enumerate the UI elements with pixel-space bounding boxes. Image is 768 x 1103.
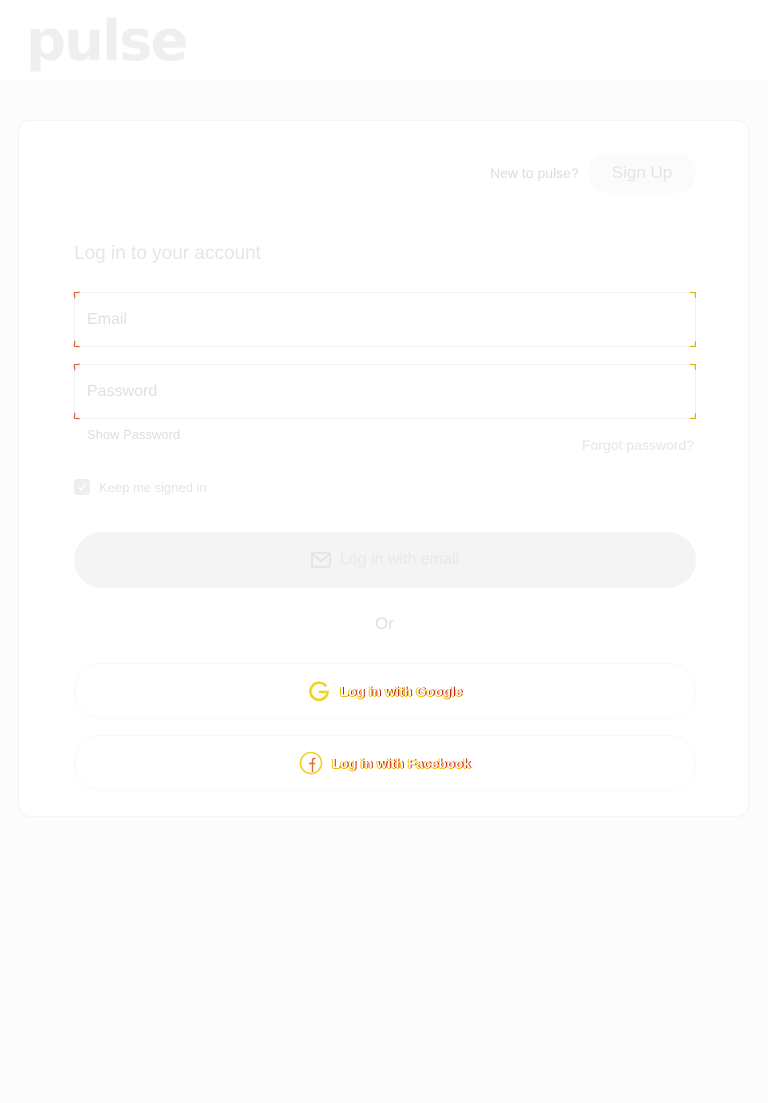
password-field[interactable] xyxy=(75,365,695,418)
show-password-toggle[interactable]: Show Password xyxy=(87,427,180,442)
envelope-icon xyxy=(311,552,331,568)
sign-up-button[interactable]: Sign Up xyxy=(588,153,696,193)
keep-signed-in[interactable]: Keep me signed in xyxy=(74,479,207,495)
keep-signed-in-label: Keep me signed in xyxy=(99,479,207,495)
facebook-icon xyxy=(299,751,323,775)
keep-signed-in-checkbox[interactable] xyxy=(74,479,90,495)
pulse-logo[interactable]: pulse xyxy=(26,6,188,78)
top-bar: pulse xyxy=(0,0,768,80)
login-heading: Log in to your account xyxy=(74,243,261,264)
login-card: New to pulse? Sign Up Log in to your acc… xyxy=(18,120,749,817)
login-with-google-label: Log in with Google xyxy=(340,683,463,699)
check-icon xyxy=(77,483,87,491)
forgot-password-link[interactable]: Forgot password? xyxy=(582,437,694,453)
password-field-wrapper xyxy=(73,363,696,420)
or-divider: Or xyxy=(375,614,394,633)
email-field-wrapper xyxy=(73,291,696,348)
google-icon xyxy=(307,679,331,703)
login-with-facebook-label: Log in with Facebook xyxy=(332,755,471,771)
new-to-pulse-text: New to pulse? xyxy=(490,165,579,181)
login-with-email-label: Log in with email xyxy=(339,551,460,568)
login-with-email-button[interactable]: Log in with email xyxy=(74,532,696,588)
login-with-facebook-button[interactable]: Log in with Facebook xyxy=(74,735,696,791)
login-with-google-button[interactable]: Log in with Google xyxy=(74,663,696,719)
email-field[interactable] xyxy=(75,293,695,346)
